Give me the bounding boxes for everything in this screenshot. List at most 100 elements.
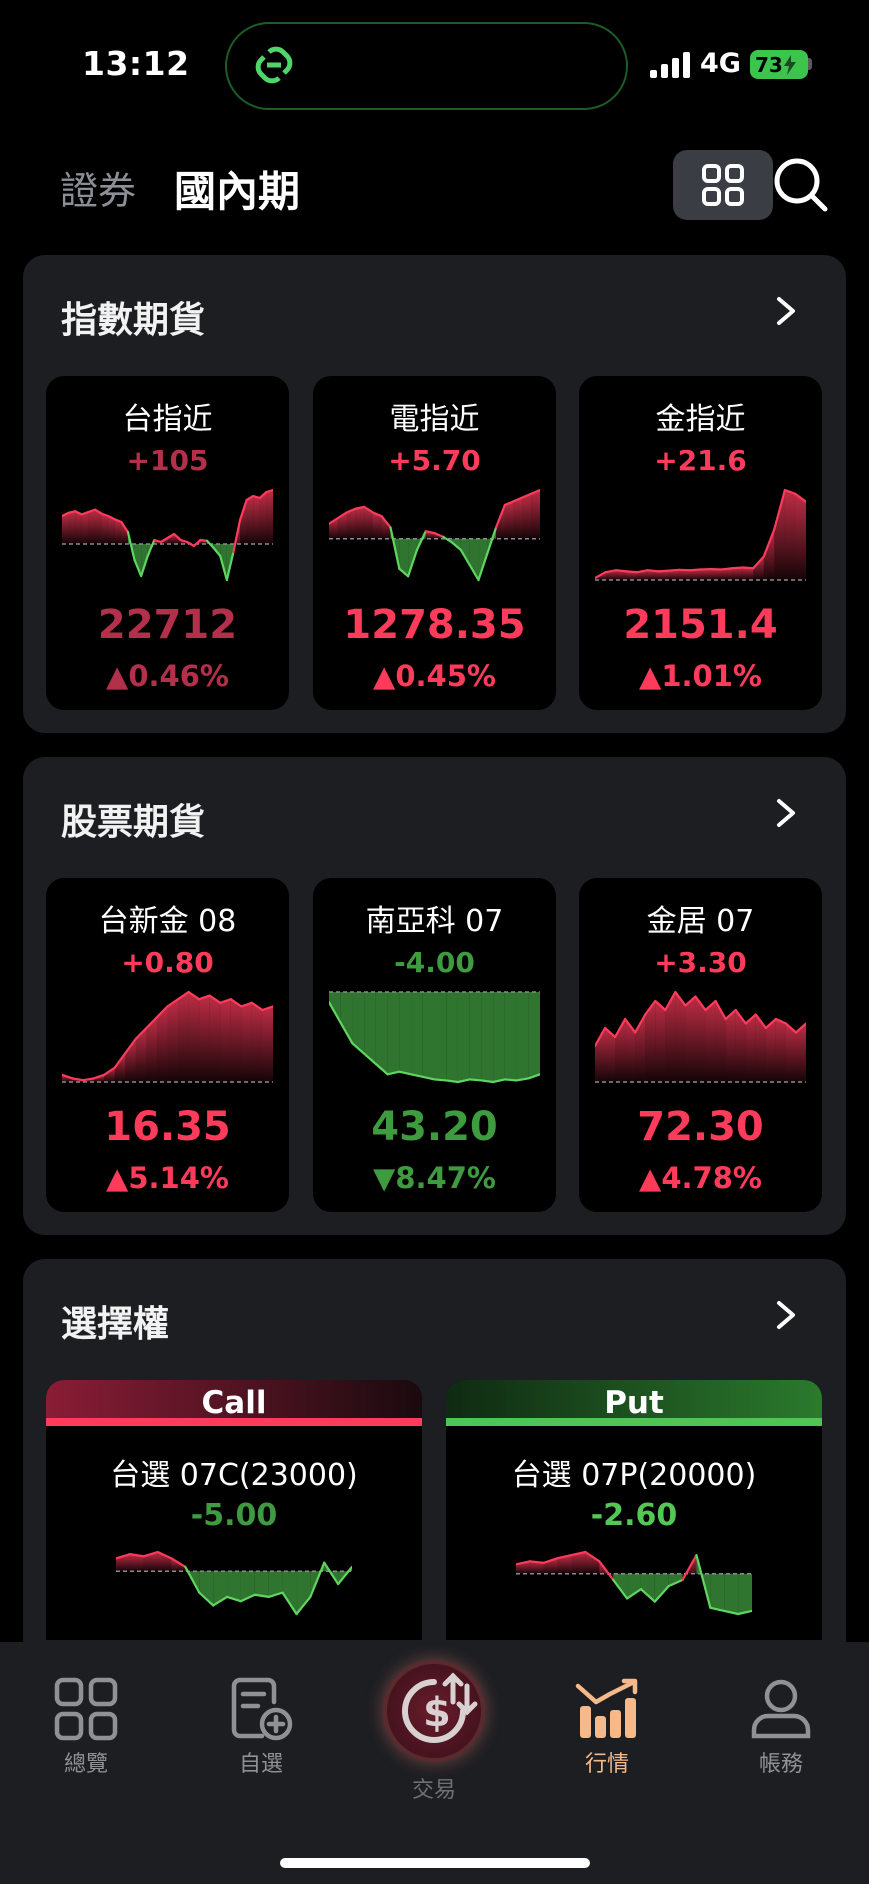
spark-area-segment [700,569,712,580]
nav-watchlist[interactable]: 自選 [206,1676,316,1796]
spark-area-segment [711,569,722,580]
spark-area-segment [493,992,505,1082]
spark-area-segment [253,496,260,544]
home-indicator[interactable] [280,1858,590,1868]
percent-change: ▲0.46% [106,659,229,693]
status-time: 13:12 [82,44,190,83]
spark-line-segment [528,1560,545,1564]
spark-area-segment [199,995,210,1082]
price-change: +21.6 [654,444,747,477]
percent-change: ▲4.78% [639,1161,762,1195]
spark-area-segment [774,490,785,580]
spark-area-segment [62,512,69,544]
sparkline-chart [329,488,540,582]
contract-name: 電指近 [389,402,480,437]
spark-area-segment [230,999,242,1082]
spark-area-segment [411,992,423,1077]
section-index-futures: 指數期貨 台指近 +105 22712 ▲0.46% 電指近 +5.70 127… [23,255,846,733]
section-title: 選擇權 [61,1304,170,1345]
spark-line-segment [468,1078,483,1082]
spark-area-segment [481,992,494,1082]
dollar-exchange-icon: $ [402,1672,478,1743]
spark-area-segment [88,509,95,544]
last-price: 2151.4 [623,602,778,648]
chevron-right-icon[interactable] [774,1299,798,1331]
tab-securities[interactable]: 證券 [60,160,136,215]
stock-future-card[interactable]: 台新金 08 +0.80 16.35 ▲5.14% [46,878,289,1212]
spark-area-segment [114,1053,126,1082]
futures-card-fxf[interactable]: 金指近 +21.6 2151.4 ▲1.01% [579,376,822,710]
percent-change: ▲1.01% [639,659,762,693]
option-card-call[interactable]: Call 台選 07C(23000) -5.00 [46,1380,422,1640]
spark-area-segment [355,506,365,539]
tab-domestic-futures[interactable]: 國內期 [174,158,300,219]
spark-area-segment [101,513,109,544]
spark-area-segment [94,509,102,544]
spark-area-segment [340,992,353,1044]
dynamic-island[interactable] [225,22,628,110]
spark-area-segment [251,1002,263,1082]
futures-card-exf[interactable]: 電指近 +5.70 1278.35 ▲0.45% [313,376,556,710]
spark-area-segment [775,1019,786,1082]
nav-account[interactable]: 帳務 [726,1676,836,1796]
spark-area-segment [528,992,540,1079]
futures-card-txf[interactable]: 台指近 +105 22712 ▲0.46% [46,376,289,710]
spark-area-segment [262,1006,273,1082]
contract-name: 台指近 [122,402,213,437]
contract-name: 金居 07 [646,904,755,939]
spark-area-segment [296,1571,311,1614]
spark-area-segment [399,992,412,1075]
spark-area-segment [469,992,482,1081]
spark-area-segment [220,999,231,1082]
spark-area-segment [753,556,764,580]
stock-future-card[interactable]: 南亞科 07 -4.00 43.20 ▼8.47% [313,878,556,1212]
spark-area-segment [434,992,447,1081]
spark-area-segment [522,493,532,539]
spark-area-segment [795,493,806,580]
spark-area-segment [724,1573,739,1614]
percent-change: ▲5.14% [106,1161,229,1195]
spark-area-segment [387,992,400,1075]
bottom-tab-bar: 總覽 自選 $ 交易 行情 帳務 [0,1642,869,1884]
spark-area-segment [178,992,189,1082]
nav-overview[interactable]: 總覽 [31,1676,141,1796]
percent-change: ▼8.47% [373,1161,496,1195]
spark-area-segment [259,492,267,544]
spark-area-segment [679,569,690,580]
search-icon[interactable] [770,154,830,214]
network-type: 4G [700,48,741,79]
spark-area-segment [625,1019,636,1082]
stock-future-card[interactable]: 金居 07 +3.30 72.30 ▲4.78% [579,878,822,1212]
spark-area-segment [640,1573,655,1602]
spark-line-segment [625,570,639,574]
chevron-right-icon[interactable] [774,797,798,829]
spark-area-segment [742,567,754,580]
option-card-put[interactable]: Put 台選 07P(20000) -2.60 [446,1380,822,1640]
spark-area-segment [715,1001,726,1082]
spark-area-segment [685,996,696,1082]
chevron-right-icon[interactable] [774,295,798,327]
spark-area-segment [209,995,221,1082]
spark-area-segment [745,1014,756,1082]
spark-area-segment [422,992,435,1080]
spark-line-segment [731,566,744,570]
sparkline-chart [595,488,806,581]
spark-area-segment [710,1573,725,1611]
spark-area-segment [254,1571,269,1597]
nav-label: 行情 [584,1752,629,1777]
option-change: -5.00 [190,1498,278,1533]
battery-level: 73 [755,52,783,77]
price-change: +3.30 [654,946,747,979]
contract-name: 南亞科 07 [365,904,504,939]
spark-area-segment [346,508,356,539]
spark-area-segment [675,992,686,1082]
trade-button[interactable]: $ [387,1664,481,1758]
option-name: 台選 07C(23000) [110,1458,358,1493]
spark-area-segment [68,511,76,544]
spark-area-segment [784,490,796,580]
sparkline-chart [516,1550,752,1616]
layout-grid-button[interactable] [673,150,773,220]
spark-area-segment [246,496,254,544]
spark-area-segment [167,999,179,1082]
nav-quotes[interactable]: 行情 [552,1676,662,1796]
